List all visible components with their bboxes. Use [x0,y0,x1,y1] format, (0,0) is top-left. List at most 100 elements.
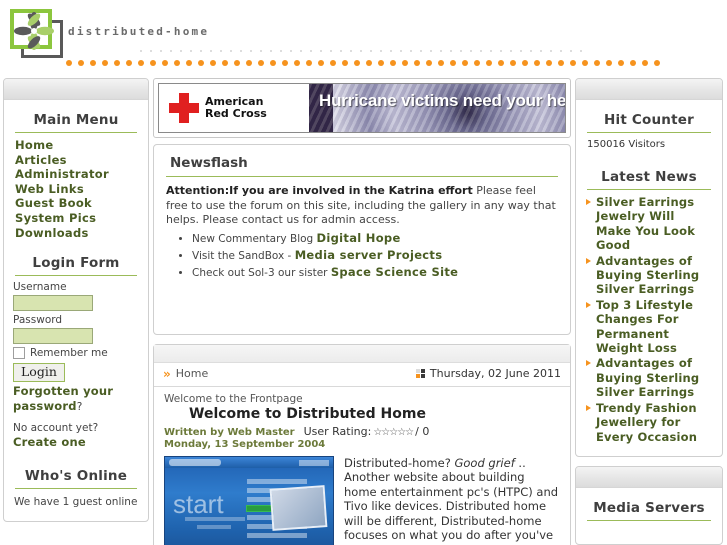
list-item: New Commentary Blog Digital Hope [192,231,558,247]
news-link-advantages-sterling-2[interactable]: Advantages of Buying Sterling Silver Ear… [596,356,713,399]
list-item[interactable]: Trendy Fashion Jewellery for Every Occas… [585,401,713,444]
list-item[interactable]: Advantages of Buying Sterling Silver Ear… [585,254,713,297]
rating-stars[interactable]: ☆☆☆☆☆ [373,427,414,438]
sidebar-item-system-pics[interactable]: System Pics [15,211,139,226]
media-servers-panel: Media Servers [575,465,723,545]
divider [15,488,137,490]
newsflash-item-text: Visit the SandBox - [192,249,295,262]
article: Welcome to the Frontpage Welcome to Dist… [154,387,570,545]
panel-cap [576,466,722,488]
newsflash-lead-bold: Attention:If you are involved in the Kat… [166,184,473,197]
right-sidebar: Hit Counter 150016 Visitors Latest News … [575,78,723,545]
newsflash-item-text: Check out Sol-3 our sister [192,266,331,279]
red-cross-banner[interactable]: American Red Cross Hurricane victims nee… [158,83,566,133]
red-cross-icon [169,93,199,123]
sidebar-item-home[interactable]: Home [15,138,139,153]
create-account-link[interactable]: Create one [13,435,86,449]
sidebar-item-guest-book[interactable]: Guest Book [15,196,139,211]
panel-cap [576,79,722,100]
newsflash-title: Newsflash [170,155,248,171]
newsflash-item-text: New Commentary Blog [192,232,317,245]
latest-news-list: Silver Earrings Jewelry Will Make You Lo… [585,195,713,444]
password-input[interactable] [13,328,93,345]
list-item: Check out Sol-3 our sister Space Science… [192,265,558,281]
header-faint-dots [140,50,620,54]
main-menu-title: Main Menu [33,112,119,128]
article-author: Written by Web Master [164,426,295,438]
panel-cap [154,344,570,363]
hit-counter-value: 150016 Visitors [587,139,666,150]
article-body-start: Distributed-home? [344,455,455,470]
news-link-top-3-lifestyle[interactable]: Top 3 Lifestyle Changes For Permanent We… [596,298,713,356]
screenshot-monitor-thumb [269,484,328,531]
right-sidebar-panel: Hit Counter 150016 Visitors Latest News … [575,78,723,457]
list-item[interactable]: Home [15,138,139,153]
forgotten-password-link[interactable]: Forgotten your password [13,384,113,413]
username-input[interactable] [13,295,93,312]
breadcrumb-home[interactable]: Home [176,367,208,380]
main-column: American Red Cross Hurricane victims nee… [153,78,571,545]
whos-online-text: We have 1 guest online [14,496,138,509]
divider [587,189,711,190]
latest-news-title: Latest News [601,169,697,185]
divider [15,275,137,277]
site-title: distributed-home [68,25,210,38]
sidebar-item-administrator[interactable]: Administrator [15,167,139,182]
double-chevron-right-icon: » [163,366,171,381]
sidebar-item-articles[interactable]: Articles [15,153,139,168]
article-rating[interactable]: User Rating: ☆☆☆☆☆/ 0 [304,425,430,438]
newsflash-link-space-science-site[interactable]: Space Science Site [331,265,458,279]
banner-org-name: American Red Cross [205,96,267,120]
newsflash-link-digital-hope[interactable]: Digital Hope [317,231,401,245]
remember-me-row[interactable]: Remember me [13,347,139,360]
newsflash-link-media-server-projects[interactable]: Media server Projects [295,248,443,262]
hit-counter-title: Hit Counter [604,112,694,128]
list-item[interactable]: Advantages of Buying Sterling Silver Ear… [585,356,713,399]
list-item[interactable]: Guest Book [15,196,139,211]
main-menu-list: Home Articles Administrator Web Links Gu… [13,138,139,240]
newsflash-lead: Attention:If you are involved in the Kat… [166,184,558,228]
screenshot-window-buttons [299,459,329,466]
list-item[interactable]: Administrator [15,167,139,182]
header-dot-divider [66,58,666,68]
no-account-text: No account yet? [13,422,99,435]
article-body: Distributed-home? Good grief .. Another … [344,456,560,545]
breadcrumb: » Home Thursday, 02 June 2011 [154,363,570,387]
remember-me-label: Remember me [30,347,108,360]
banner-headline-text: Hurricane victims need your help [319,91,565,110]
article-date: Monday, 13 September 2004 [164,438,326,450]
newsflash-spacer [166,282,558,324]
panel-cap [4,79,148,100]
banner-headline: Hurricane victims need your help NOW. [319,91,565,111]
pinwheel-logo-icon [10,9,64,59]
banner-panel[interactable]: American Red Cross Hurricane victims nee… [153,78,571,138]
news-link-silver-earrings-jewelry[interactable]: Silver Earrings Jewelry Will Make You Lo… [596,195,713,253]
list-item[interactable]: Web Links [15,182,139,197]
list-item[interactable]: Top 3 Lifestyle Changes For Permanent We… [585,298,713,356]
breadcrumb-left: » Home [163,367,208,381]
panel-body: Hit Counter 150016 Visitors Latest News … [576,100,722,456]
divider [587,519,711,521]
current-date: Thursday, 02 June 2011 [429,367,561,380]
news-link-trendy-fashion-jewellery[interactable]: Trendy Fashion Jewellery for Every Occas… [596,401,713,444]
article-body-emphasis: Good grief [454,455,515,470]
newsflash-list: New Commentary Blog Digital Hope Visit t… [166,231,558,281]
screenshot-sub-line [185,516,245,521]
divider [166,176,558,177]
article-meta: Written by Web Master User Rating: ☆☆☆☆☆ /… [164,425,560,438]
remember-me-checkbox[interactable] [13,347,25,360]
forgotten-suffix: ? [76,401,83,414]
login-form-title: Login Form [32,255,120,272]
login-button[interactable]: Login [13,363,65,383]
list-item[interactable]: Silver Earrings Jewelry Will Make You Lo… [585,195,713,253]
list-item[interactable]: System Pics [15,211,139,226]
left-sidebar-panel: Main Menu Home Articles Administrator We… [3,78,149,523]
list-item[interactable]: Articles [15,153,139,168]
sidebar-item-web-links[interactable]: Web Links [15,182,139,197]
page-body: Main Menu Home Articles Administrator We… [0,78,727,545]
page-root: distributed-home Main Menu Home Articles… [0,0,727,545]
banner-org-line2: Red Cross [205,107,267,120]
sidebar-item-downloads[interactable]: Downloads [15,226,139,241]
news-link-advantages-sterling-1[interactable]: Advantages of Buying Sterling Silver Ear… [596,254,713,297]
list-item[interactable]: Downloads [15,226,139,241]
